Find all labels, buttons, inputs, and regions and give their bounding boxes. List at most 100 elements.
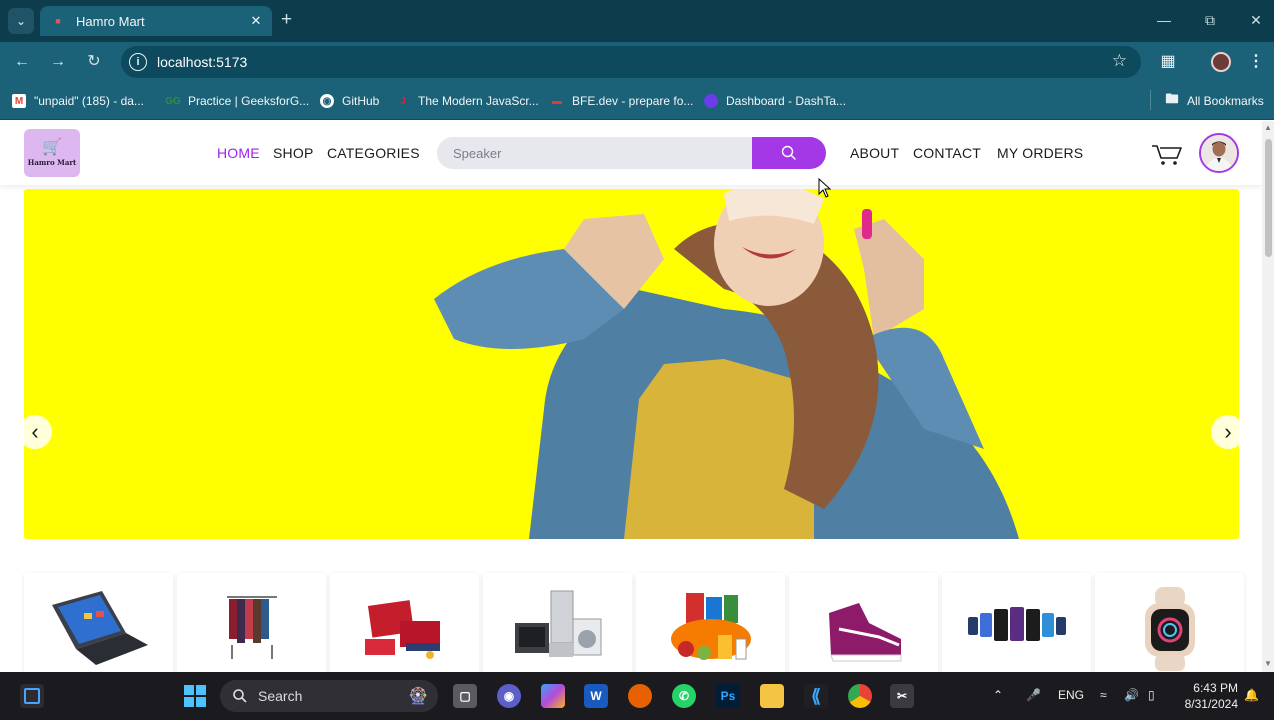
page-scrollbar[interactable]: ▲ ▼ [1262, 121, 1274, 672]
reload-icon[interactable]: ↻ [83, 51, 105, 73]
bookmarks-divider [1150, 90, 1151, 110]
file-manager-icon[interactable]: ▢ [453, 684, 477, 708]
bookmark-item[interactable]: GG Practice | GeeksforG... [165, 92, 309, 110]
wifi-icon[interactable]: ≈ [1100, 688, 1107, 702]
language-indicator[interactable]: ENG [1058, 688, 1084, 702]
minimize-icon[interactable]: — [1154, 10, 1174, 30]
search-icon [233, 689, 247, 703]
notifications-icon[interactable]: 🔔 [1244, 688, 1259, 702]
bookmark-item[interactable]: ◉ GitHub [320, 92, 379, 110]
whatsapp-icon[interactable]: ✆ [672, 684, 696, 708]
category-card-watches[interactable] [1095, 573, 1244, 672]
hero-banner-image [24, 189, 1239, 539]
task-view-icon[interactable] [20, 684, 44, 708]
nav-categories[interactable]: CATEGORIES [327, 145, 420, 161]
bookmark-label: Dashboard - DashTa... [726, 94, 847, 108]
scroll-down-icon[interactable]: ▼ [1264, 659, 1272, 668]
video-call-icon[interactable]: ◉ [497, 684, 521, 708]
search-bar [437, 137, 826, 169]
search-icon [781, 145, 796, 160]
browser-tab-strip: ⌄ ■ Hamro Mart ✕ + — ⧉ ✕ [0, 0, 1274, 42]
back-icon[interactable]: ← [11, 51, 33, 73]
window-close-icon[interactable]: ✕ [1246, 10, 1266, 30]
user-avatar[interactable] [1199, 133, 1239, 173]
system-clock[interactable]: 6:43 PM 8/31/2024 [1176, 680, 1238, 712]
browser-menu-icon[interactable]: ⋮ [1248, 51, 1264, 71]
scroll-up-icon[interactable]: ▲ [1264, 123, 1272, 132]
battery-icon[interactable]: ▯ [1148, 688, 1155, 702]
windows-start-icon[interactable] [183, 684, 207, 708]
javascript-info-icon: J [400, 95, 406, 107]
nav-shop[interactable]: SHOP [273, 145, 313, 161]
geeksforgeeks-icon: GG [165, 95, 181, 107]
chevron-left-icon: ‹ [31, 419, 39, 444]
bookmark-label: The Modern JavaScr... [418, 94, 539, 108]
all-bookmarks-button[interactable]: 🖿 All Bookmarks [1165, 91, 1264, 110]
sneaker-icon [828, 603, 901, 662]
microphone-icon[interactable]: 🎤 [1026, 688, 1041, 702]
tab-close-icon[interactable]: ✕ [248, 13, 264, 29]
search-highlight-icon: 🎡 [408, 688, 428, 705]
bookmark-item[interactable]: J The Modern JavaScr... [396, 92, 539, 110]
category-card-laptop[interactable] [24, 573, 173, 672]
cart-icon[interactable] [1150, 140, 1184, 168]
all-bookmarks-label: All Bookmarks [1187, 94, 1264, 108]
site-logo[interactable]: 🛒 Hamro Mart [24, 129, 80, 177]
site-info-icon[interactable]: i [129, 53, 147, 71]
vscode-icon[interactable]: ⟪ [804, 684, 828, 708]
nav-about[interactable]: ABOUT [850, 145, 899, 161]
word-icon[interactable]: W [584, 684, 608, 708]
bookmark-label: GitHub [342, 94, 380, 108]
volume-icon[interactable]: 🔊 [1124, 688, 1139, 702]
category-card-clothing[interactable] [177, 573, 326, 672]
mouse-cursor-icon [818, 178, 832, 198]
page-viewport: 🛒 Hamro Mart HOME SHOP CATEGORIES ABOUT … [0, 121, 1262, 672]
show-hidden-icons-icon[interactable]: ⌃ [993, 688, 1003, 702]
logo-cart-icon: 🛒 [42, 138, 62, 156]
photoshop-icon[interactable]: Ps [716, 684, 740, 708]
clothing-rack-icon [226, 596, 277, 659]
new-tab-button[interactable]: + [281, 9, 292, 31]
chevron-right-icon: › [1224, 419, 1232, 444]
nav-contact[interactable]: CONTACT [913, 145, 981, 161]
url-text[interactable]: localhost:5173 [157, 54, 247, 70]
snipping-tool-icon[interactable]: ✂ [890, 684, 914, 708]
file-explorer-icon[interactable] [760, 684, 784, 708]
category-card-mobiles[interactable] [942, 573, 1091, 672]
tab-title: Hamro Mart [76, 13, 145, 29]
nav-my-orders[interactable]: MY ORDERS [997, 145, 1083, 161]
dashboard-icon [704, 94, 718, 108]
folder-icon: 🖿 [1165, 91, 1179, 106]
category-card-gifts[interactable] [330, 573, 479, 672]
bookmark-star-icon[interactable]: ☆ [1112, 51, 1127, 71]
nav-home[interactable]: HOME [217, 145, 260, 161]
search-input[interactable] [437, 137, 752, 169]
forward-icon[interactable]: → [47, 51, 69, 73]
browser-tab[interactable]: ■ Hamro Mart ✕ [40, 6, 272, 36]
smartwatch-icon [1144, 587, 1195, 671]
tab-search-button[interactable]: ⌄ [8, 8, 34, 34]
category-card-appliances[interactable] [483, 573, 632, 672]
carousel-next-button[interactable]: › [1211, 415, 1239, 449]
category-strip [24, 573, 1244, 672]
site-navbar: 🛒 Hamro Mart HOME SHOP CATEGORIES ABOUT … [0, 121, 1262, 185]
chrome-icon[interactable] [848, 684, 872, 708]
user-photo [1201, 135, 1237, 171]
address-bar[interactable]: i localhost:5173 ☆ [121, 46, 1141, 78]
category-card-groceries[interactable] [636, 573, 785, 672]
gift-set-icon [364, 600, 440, 659]
bookmark-item[interactable]: ▬ BFE.dev - prepare fo... [550, 92, 693, 110]
copilot-icon[interactable] [541, 684, 565, 708]
category-card-footwear[interactable] [789, 573, 938, 672]
bookmark-item[interactable]: M "unpaid" (185) - da... [12, 92, 144, 110]
scrollbar-thumb[interactable] [1265, 139, 1272, 257]
profile-avatar[interactable] [1211, 52, 1231, 72]
bookmark-item[interactable]: Dashboard - DashTa... [704, 92, 846, 110]
search-button[interactable] [752, 137, 826, 169]
restore-icon[interactable]: ⧉ [1200, 10, 1220, 30]
firefox-icon[interactable] [628, 684, 652, 708]
taskbar-search[interactable]: Search 🎡 [220, 680, 438, 712]
taskbar-search-label: Search [258, 688, 303, 704]
extensions-icon[interactable]: ▦ [1158, 51, 1178, 71]
tab-favicon-icon: ■ [55, 16, 61, 26]
